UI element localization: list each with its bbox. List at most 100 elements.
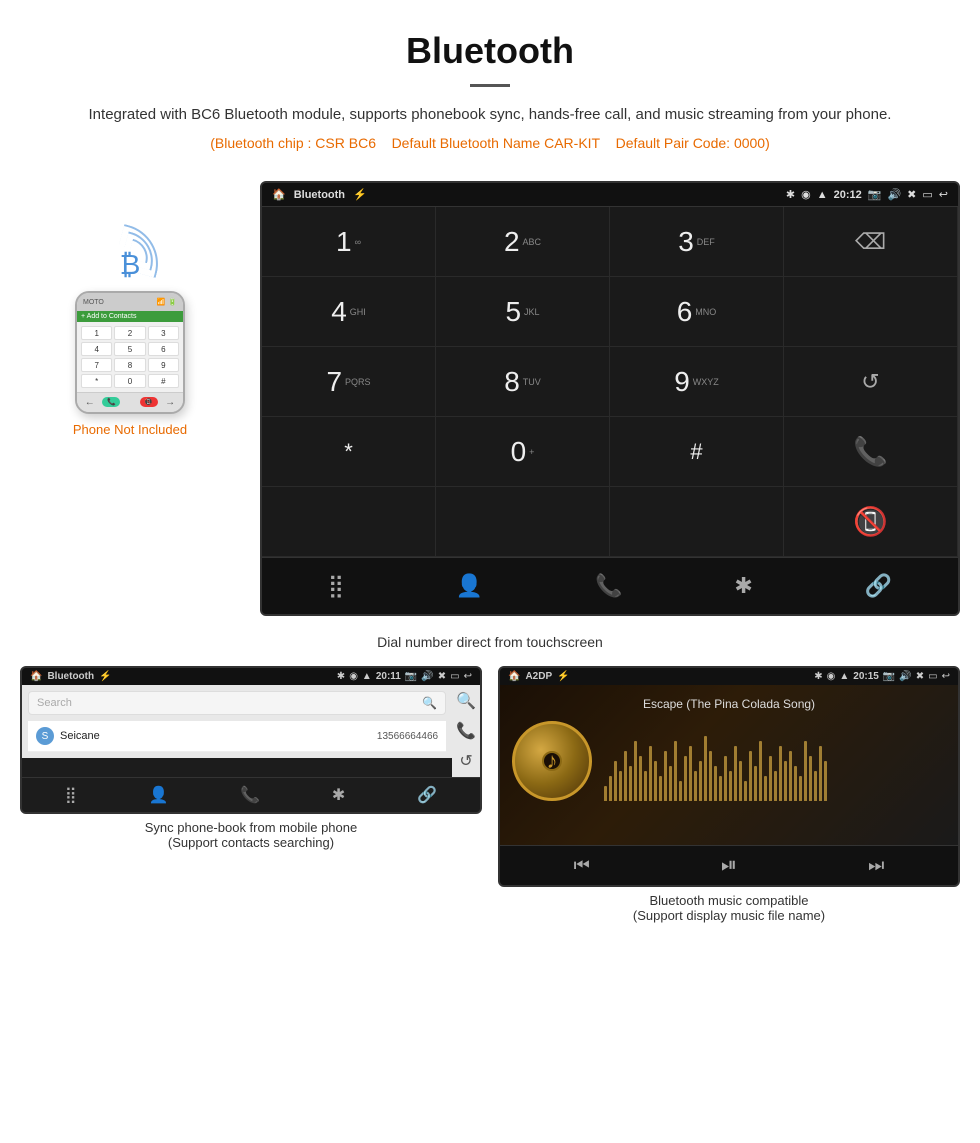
dial-key-hash[interactable]: # (610, 417, 784, 487)
spec-chip: (Bluetooth chip : CSR BC6 (210, 135, 376, 151)
nav-contacts-icon[interactable]: 👤 (446, 568, 493, 604)
phonebook-status-right: ✱ ◉ ▲ 20:11 📷 🔊 ✖ ▭ ↩ (337, 671, 472, 682)
dial-key-6[interactable]: 6MNO (610, 277, 784, 347)
phonebook-nav-dialpad[interactable]: ⣿ (65, 785, 77, 805)
music-nav-bar: ⏮ ⏯ ⏭ (500, 845, 958, 885)
phone-end-btn: 📵 (140, 397, 158, 407)
visualizer-bar (644, 771, 647, 801)
visualizer-bar (824, 761, 827, 801)
contact-row-seicane[interactable]: S Seicane 13566664466 (28, 721, 446, 752)
dialpad-caption: Dial number direct from touchscreen (0, 626, 980, 666)
dialpad-status-bar: 🏠 Bluetooth ⚡ ✱ ◉ ▲ 20:12 📷 🔊 ✖ ▭ ↩ (262, 183, 958, 206)
visualizer-bar (769, 756, 772, 801)
dial-call-red[interactable]: 📵 (784, 487, 958, 557)
nav-dialpad-icon[interactable]: ⣿ (318, 568, 354, 604)
visualizer-bar (659, 776, 662, 801)
visualizer-bar (739, 761, 742, 801)
music-prev-icon[interactable]: ⏮ (574, 855, 590, 876)
header-specs: (Bluetooth chip : CSR BC6 Default Blueto… (60, 135, 920, 151)
phonebook-nav-bar: ⣿ 👤 📞 ✱ 🔗 (22, 777, 480, 812)
visualizer-bar (634, 741, 637, 801)
visualizer-bar (684, 756, 687, 801)
music-home-icon[interactable]: 🏠 (508, 671, 520, 682)
visualizer-bar (704, 736, 707, 801)
phonebook-nav-link[interactable]: 🔗 (417, 785, 437, 805)
music-back-icon[interactable]: ↩ (942, 671, 950, 682)
window-icon[interactable]: ▭ (922, 188, 932, 201)
visualizer-bar (764, 776, 767, 801)
phonebook-volume-icon[interactable]: 🔊 (421, 671, 433, 682)
dial-key-8[interactable]: 8TUV (436, 347, 610, 417)
music-play-pause-icon[interactable]: ⏯ (721, 854, 737, 877)
music-caption-line2: (Support display music file name) (498, 908, 960, 923)
status-bar-right: ✱ ◉ ▲ 20:12 📷 🔊 ✖ ▭ ↩ (786, 188, 948, 201)
home-icon[interactable]: 🏠 (272, 188, 286, 201)
dialpad-car-screen: 🏠 Bluetooth ⚡ ✱ ◉ ▲ 20:12 📷 🔊 ✖ ▭ ↩ (260, 181, 960, 616)
phonebook-nav-calls[interactable]: 📞 (240, 785, 260, 805)
dial-key-5[interactable]: 5JKL (436, 277, 610, 347)
phonebook-content: Search 🔍 S Seicane 13566664466 🔍 📞 ↺ (22, 685, 480, 777)
phone-call-btn: 📞 (102, 397, 120, 407)
music-bt-icon: ♪ (547, 748, 558, 774)
phonebook-caption-line2: (Support contacts searching) (20, 835, 482, 850)
search-bar[interactable]: Search 🔍 (28, 691, 446, 715)
visualizer-bar (709, 751, 712, 801)
phone-bottom-bar: ← 📞 📵 → (77, 392, 183, 412)
phonebook-sync-icon[interactable]: ↺ (459, 751, 472, 771)
nav-bluetooth-icon[interactable]: ✱ (724, 568, 762, 604)
music-next-icon[interactable]: ⏭ (868, 855, 884, 876)
phonebook-close-icon[interactable]: ✖ (438, 671, 446, 682)
contact-name: Seicane (60, 730, 377, 742)
back-icon[interactable]: ↩ (939, 188, 948, 201)
dial-key-7[interactable]: 7PQRS (262, 347, 436, 417)
music-content-row: ♪ (512, 721, 946, 801)
music-volume-icon[interactable]: 🔊 (899, 671, 911, 682)
phonebook-loc-icon: ◉ (349, 671, 358, 682)
phonebook-window-icon[interactable]: ▭ (450, 671, 459, 682)
dial-redial[interactable]: ↺ (784, 347, 958, 417)
search-icon[interactable]: 🔍 (422, 696, 437, 710)
phonebook-list: Search 🔍 S Seicane 13566664466 (22, 685, 452, 777)
volume-icon[interactable]: 🔊 (887, 188, 901, 201)
music-camera-icon[interactable]: 📷 (883, 671, 895, 682)
phonebook-search-icon[interactable]: 🔍 (456, 691, 476, 711)
phone-key-hash: # (148, 374, 179, 388)
music-window-icon[interactable]: ▭ (928, 671, 937, 682)
visualizer-bar (614, 761, 617, 801)
close-icon[interactable]: ✖ (907, 188, 916, 201)
visualizer-bar (604, 786, 607, 801)
visualizer-bar (694, 771, 697, 801)
nav-link-icon[interactable]: 🔗 (855, 568, 902, 604)
phonebook-camera-icon[interactable]: 📷 (405, 671, 417, 682)
dial-key-1[interactable]: 1∞ (262, 207, 436, 277)
phone-key-1: 1 (81, 326, 112, 340)
dial-backspace[interactable]: ⌫ (784, 207, 958, 277)
dial-key-2[interactable]: 2ABC (436, 207, 610, 277)
music-status-bar: 🏠 A2DP ⚡ ✱ ◉ ▲ 20:15 📷 🔊 ✖ ▭ ↩ (500, 668, 958, 685)
visualizer-bar (674, 741, 677, 801)
visualizer-bar (759, 741, 762, 801)
phonebook-call-icon[interactable]: 📞 (456, 721, 476, 741)
phonebook-home-icon[interactable]: 🏠 (30, 671, 42, 682)
phone-key-3: 3 (148, 326, 179, 340)
dial-key-4[interactable]: 4GHI (262, 277, 436, 347)
dial-call-green[interactable]: 📞 (784, 417, 958, 487)
phonebook-bt-icon: ✱ (337, 671, 345, 682)
visualizer-bar (794, 766, 797, 801)
screen-title: Bluetooth (294, 189, 345, 201)
music-close-icon[interactable]: ✖ (916, 671, 924, 682)
nav-calls-icon[interactable]: 📞 (585, 568, 632, 604)
dial-key-0[interactable]: 0+ (436, 417, 610, 487)
phonebook-back-icon[interactable]: ↩ (464, 671, 472, 682)
phonebook-car-screen: 🏠 Bluetooth ⚡ ✱ ◉ ▲ 20:11 📷 🔊 ✖ ▭ ↩ (20, 666, 482, 814)
dial-key-3[interactable]: 3DEF (610, 207, 784, 277)
phonebook-nav-contacts[interactable]: 👤 (148, 785, 168, 805)
phone-keypad: 1 2 3 4 5 6 7 8 9 * 0 # (81, 326, 179, 388)
dial-key-star[interactable]: * (262, 417, 436, 487)
phone-key-star: * (81, 374, 112, 388)
dial-key-9[interactable]: 9WXYZ (610, 347, 784, 417)
visualizer-bar (714, 766, 717, 801)
phonebook-nav-bt[interactable]: ✱ (332, 785, 345, 805)
camera-icon[interactable]: 📷 (868, 188, 882, 201)
visualizer-bar (639, 756, 642, 801)
